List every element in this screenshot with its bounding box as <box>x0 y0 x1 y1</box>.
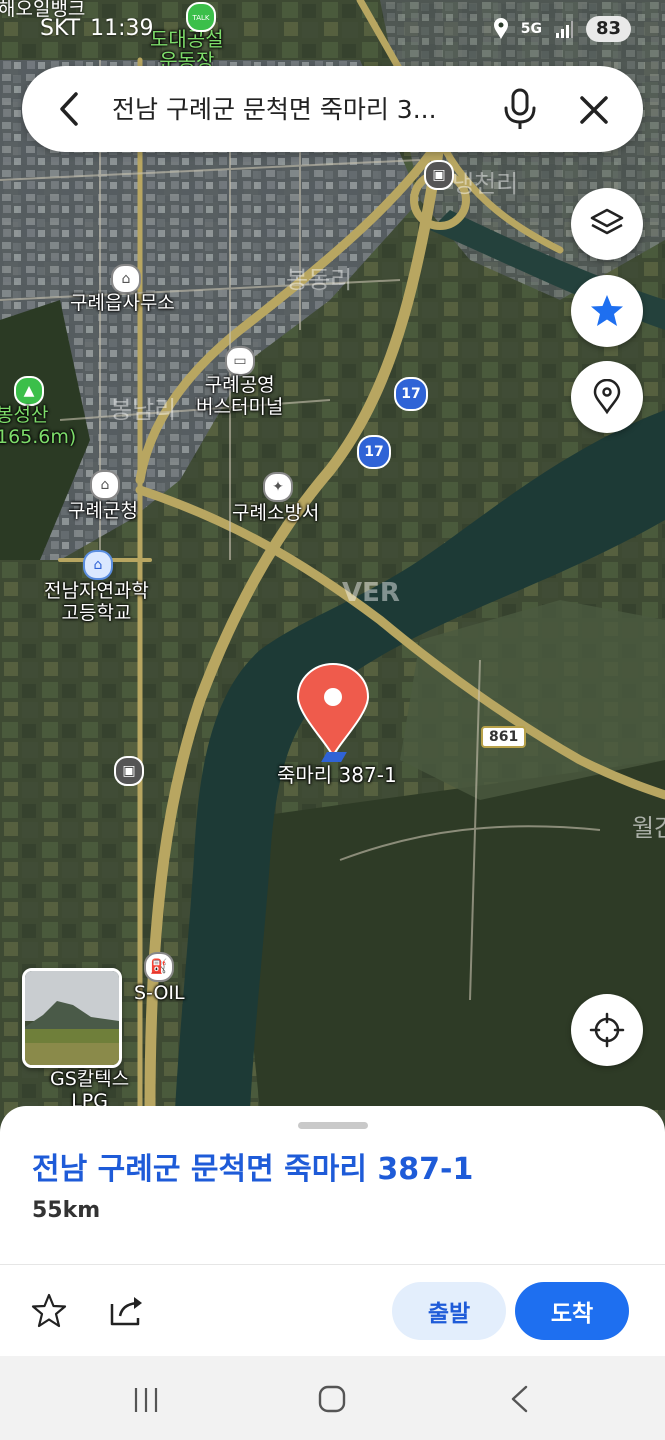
place-title: 전남 구례군 문척면 죽마리 387-1 <box>32 1152 474 1187</box>
layers-button[interactable] <box>571 188 643 260</box>
map-label-terminal[interactable]: 구례공영 버스터미널 <box>196 374 283 418</box>
street-view-image <box>25 971 119 1065</box>
battery-indicator: 83 <box>585 16 631 42</box>
cctv-icon[interactable]: ▣ <box>424 160 454 190</box>
fire-station-icon[interactable]: ✦ <box>263 472 293 502</box>
carrier-label: SKT <box>40 16 81 41</box>
gas-station-icon[interactable]: ⛽ <box>144 952 174 982</box>
status-bar: SKT 11:39 5G 83 <box>0 0 665 60</box>
recent-apps-icon[interactable] <box>132 1386 160 1414</box>
time-label: 11:39 <box>90 16 154 41</box>
back-arrow-icon[interactable] <box>52 90 88 128</box>
map-label-office[interactable]: 구례읍사무소 <box>70 292 175 314</box>
divider <box>0 1264 665 1265</box>
star-filled-icon <box>591 295 623 326</box>
government-office-icon[interactable]: ⌂ <box>111 264 141 294</box>
road-861-badge: 861 <box>481 726 527 748</box>
search-query-text[interactable]: 전남 구례군 문척면 죽마리 3... <box>112 90 492 126</box>
route-17-badge: 17 <box>394 377 428 411</box>
map-label-village-3: 봉남리 <box>110 396 177 424</box>
map-pin-icon <box>593 379 621 415</box>
place-distance: 55km <box>32 1198 101 1223</box>
map-label-fire-station[interactable]: 구례소방서 <box>232 502 319 524</box>
share-icon[interactable] <box>108 1292 148 1330</box>
crosshair-icon <box>589 1012 625 1048</box>
system-navigation-bar <box>0 1356 665 1440</box>
layers-icon <box>590 208 624 235</box>
pin-label[interactable]: 죽마리 387-1 <box>277 764 397 786</box>
route-17-badge: 17 <box>357 435 391 469</box>
signal-icon <box>555 21 573 38</box>
map-label-village-2: 봉동리 <box>286 266 353 294</box>
network-label: 5G <box>520 21 542 37</box>
government-office-icon[interactable]: ⌂ <box>90 470 120 500</box>
back-nav-icon[interactable] <box>508 1384 530 1414</box>
sheet-drag-handle[interactable] <box>298 1122 368 1129</box>
place-marker-button[interactable] <box>571 361 643 433</box>
bus-terminal-icon[interactable]: ▭ <box>225 346 255 376</box>
current-location-button[interactable] <box>571 994 643 1066</box>
school-icon[interactable]: ⌂ <box>83 550 113 580</box>
arrive-button[interactable]: 도착 <box>515 1282 629 1340</box>
map-label-right-cut: 월간 <box>632 814 665 842</box>
map-label-village-1: 냉천리 <box>452 170 519 198</box>
star-outline-icon[interactable] <box>30 1292 68 1330</box>
favorites-button[interactable] <box>571 275 643 347</box>
location-pin-icon[interactable] <box>296 662 370 758</box>
map-watermark: VER <box>342 578 400 608</box>
map-label-gas-1[interactable]: S-OIL <box>134 982 185 1004</box>
street-view-thumbnail[interactable] <box>22 968 122 1068</box>
microphone-icon[interactable] <box>500 86 540 132</box>
mountain-icon[interactable]: ▲ <box>14 376 44 406</box>
home-icon[interactable] <box>317 1384 347 1414</box>
search-bar[interactable]: 전남 구례군 문척면 죽마리 3... <box>22 66 643 152</box>
map-label-school[interactable]: 전남자연과학 고등학교 <box>44 580 149 624</box>
map-label-mountain[interactable]: 봉성산 165.6m) <box>0 404 76 448</box>
map-label-county-office[interactable]: 구례군청 <box>68 500 138 522</box>
depart-button[interactable]: 출발 <box>392 1282 506 1340</box>
location-status-icon <box>493 18 508 39</box>
place-info-sheet[interactable]: 전남 구례군 문척면 죽마리 387-1 55km 출발 도착 <box>0 1106 665 1356</box>
close-icon[interactable] <box>576 92 612 128</box>
cctv-icon[interactable]: ▣ <box>114 756 144 786</box>
